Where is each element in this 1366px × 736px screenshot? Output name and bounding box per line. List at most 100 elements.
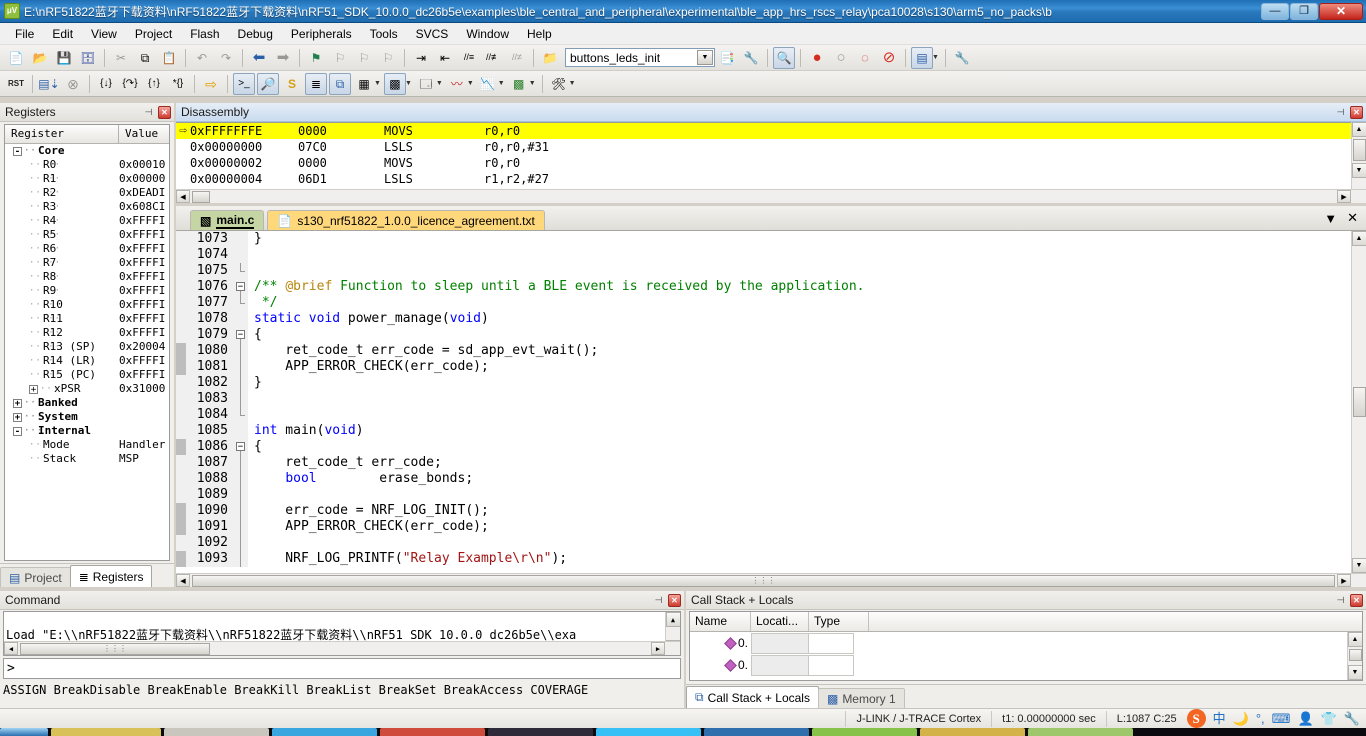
sogou-input-icon[interactable]: S — [1186, 709, 1206, 728]
register-value[interactable]: 0xFFFFI — [119, 256, 169, 270]
toolbox-wrench-icon[interactable]: 🔧 — [1344, 712, 1360, 725]
register-value[interactable] — [119, 396, 169, 410]
close-icon[interactable]: ✕ — [1350, 593, 1363, 607]
column-header-name[interactable]: Name — [690, 612, 751, 631]
code-fold-margin[interactable]: − — [234, 279, 248, 295]
gutter-margin[interactable] — [176, 455, 186, 471]
executable-line-marker[interactable] — [176, 439, 186, 455]
tree-toggle-icon[interactable]: - — [13, 426, 22, 436]
code-fold-margin[interactable] — [234, 359, 248, 375]
register-row[interactable]: ·····R0 0x00010 — [5, 158, 169, 172]
pin-icon[interactable]: ⊣ — [1334, 106, 1347, 119]
code-line[interactable]: 1075 — [176, 263, 1366, 279]
moon-icon[interactable]: 🌙 — [1233, 712, 1249, 725]
cut-icon[interactable]: ✂ — [110, 47, 132, 69]
scroll-down-icon[interactable]: ▼ — [1351, 163, 1366, 178]
code-fold-margin[interactable] — [234, 391, 248, 407]
register-value[interactable]: 0xFFFFI — [119, 284, 169, 298]
start-stop-debug-icon[interactable]: 🔍 — [773, 46, 795, 69]
show-next-statement-icon[interactable]: ⇨ — [200, 73, 222, 95]
minimize-button[interactable]: — — [1261, 2, 1289, 20]
code-line[interactable]: 1081 APP_ERROR_CHECK(err_code); — [176, 359, 1366, 375]
gutter-margin[interactable] — [176, 247, 186, 263]
menu-debug[interactable]: Debug — [229, 24, 282, 44]
register-row[interactable]: ·····R8 0xFFFFI — [5, 270, 169, 284]
project-target-select[interactable]: buttons_leds_init ▼ — [565, 48, 715, 67]
code-fold-margin[interactable] — [234, 519, 248, 535]
gutter-margin[interactable] — [176, 423, 186, 439]
code-line[interactable]: 1093 NRF_LOG_PRINTF("Relay Example\r\n")… — [176, 551, 1366, 567]
scroll-left-icon[interactable]: ◀ — [4, 642, 18, 655]
code-line[interactable]: 1076−/** @brief Function to sleep until … — [176, 279, 1366, 295]
executable-line-marker[interactable] — [176, 519, 186, 535]
register-row[interactable]: ·····R13 (SP) 0x20004 — [5, 340, 169, 354]
register-row[interactable]: + ···xPSR 0x31000 — [5, 382, 169, 396]
code-fold-margin[interactable] — [234, 423, 248, 439]
code-fold-margin[interactable] — [234, 231, 248, 247]
register-row[interactable]: ·····R11 0xFFFFI — [5, 312, 169, 326]
code-fold-margin[interactable] — [234, 311, 248, 327]
code-fold-margin[interactable] — [234, 343, 248, 359]
disassembly-hscrollbar[interactable]: ◀ ▶ — [176, 189, 1366, 203]
column-header-location[interactable]: Locati... — [751, 612, 809, 631]
executable-line-marker[interactable] — [176, 551, 186, 567]
register-value[interactable]: 0xFFFFI — [119, 298, 169, 312]
pin-icon[interactable]: ⊣ — [1334, 594, 1347, 607]
collapse-icon[interactable]: − — [236, 330, 245, 340]
code-fold-margin[interactable] — [234, 487, 248, 503]
taskbar-item[interactable] — [596, 728, 701, 736]
code-fold-margin[interactable] — [234, 375, 248, 391]
gutter-margin[interactable] — [176, 535, 186, 551]
command-hscrollbar[interactable]: ◀ ⋮⋮⋮ ▶ — [4, 641, 680, 655]
chevron-down-icon[interactable]: ▼ — [932, 54, 939, 61]
disassembly-line[interactable]: ⇨ 0xFFFFFFFE 0000 MOVS r0,r0 — [176, 123, 1366, 139]
taskbar-item[interactable] — [164, 728, 269, 736]
scroll-up-icon[interactable]: ▲ — [665, 612, 680, 627]
menu-file[interactable]: File — [6, 24, 43, 44]
bookmark-toggle-icon[interactable]: ⚑ — [305, 47, 327, 69]
code-fold-margin[interactable] — [234, 551, 248, 567]
code-line[interactable]: 1088 bool erase_bonds; — [176, 471, 1366, 487]
disassembly-line[interactable]: 0x00000000 07C0 LSLS r0,r0,#31 — [176, 139, 1366, 155]
register-row[interactable]: - ···Core — [5, 144, 169, 158]
code-line[interactable]: 1083 — [176, 391, 1366, 407]
toolbox-icon[interactable]: 🛠 — [548, 73, 570, 95]
command-output[interactable]: Load "E:\\nRF51822蓝牙下载资料\\nRF51822蓝牙下载资料… — [3, 611, 681, 656]
scroll-right-icon[interactable]: ▶ — [1337, 190, 1351, 203]
system-viewer-icon[interactable]: ▩ — [508, 73, 530, 95]
collapse-icon[interactable]: − — [236, 442, 245, 452]
tree-toggle-icon[interactable]: - — [13, 146, 22, 156]
register-row[interactable]: ·····R6 0xFFFFI — [5, 242, 169, 256]
register-value[interactable]: 0xFFFFI — [119, 270, 169, 284]
menu-edit[interactable]: Edit — [43, 24, 82, 44]
chevron-down-icon[interactable]: ▼ — [697, 50, 713, 65]
scroll-thumb[interactable] — [1348, 649, 1362, 661]
disassembly-vscrollbar[interactable]: ▲ ▼ — [1351, 122, 1366, 189]
register-value[interactable]: Handler — [119, 438, 169, 452]
chevron-down-icon[interactable]: ▼ — [374, 80, 381, 87]
customize-tools-icon[interactable]: 🔧 — [951, 47, 973, 69]
code-line[interactable]: 1087 ret_code_t err_code; — [176, 455, 1366, 471]
scroll-thumb[interactable]: ⋮⋮⋮ — [192, 574, 1335, 587]
step-out-icon[interactable]: {↑} — [143, 73, 165, 95]
chevron-down-icon[interactable]: ▼ — [405, 80, 412, 87]
menu-tools[interactable]: Tools — [361, 24, 407, 44]
register-value[interactable]: 0x00000 — [119, 172, 169, 186]
gutter-margin[interactable] — [176, 295, 186, 311]
code-fold-margin[interactable]: − — [234, 327, 248, 343]
register-value[interactable]: MSP — [119, 452, 169, 466]
uncomment-icon[interactable]: //≢ — [482, 47, 504, 69]
code-line[interactable]: 1084 — [176, 407, 1366, 423]
scroll-left-icon[interactable]: ◀ — [176, 190, 190, 203]
comment-icon[interactable]: //≡ — [458, 47, 480, 69]
executable-line-marker[interactable] — [176, 359, 186, 375]
code-fold-margin[interactable] — [234, 535, 248, 551]
register-value[interactable]: 0xDEADI — [119, 186, 169, 200]
scroll-thumb[interactable] — [192, 190, 210, 203]
code-fold-margin[interactable] — [234, 471, 248, 487]
scroll-right-icon[interactable]: ▶ — [1337, 574, 1351, 587]
register-row[interactable]: + ···Banked — [5, 396, 169, 410]
executable-line-marker[interactable] — [176, 503, 186, 519]
window-layout-icon[interactable]: ▤ — [911, 46, 933, 69]
call-stack-window-icon[interactable]: ⧉ — [329, 72, 351, 95]
